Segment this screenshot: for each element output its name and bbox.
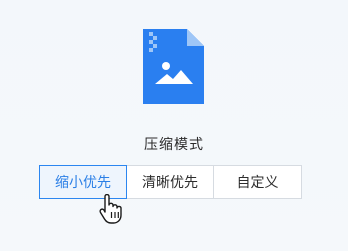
option-clarity-first[interactable]: 清晰优先 <box>126 165 214 199</box>
mode-label: 压缩模式 <box>144 137 204 153</box>
image-file-icon <box>143 29 204 104</box>
compression-panel: 压缩模式 缩小优先 清晰优先 自定义 <box>0 0 348 251</box>
compression-mode-selector: 缩小优先 清晰优先 自定义 <box>39 165 302 199</box>
option-custom[interactable]: 自定义 <box>213 165 302 199</box>
option-label: 清晰优先 <box>142 175 198 191</box>
option-label: 缩小优先 <box>55 175 111 191</box>
hand-pointer-icon <box>99 194 122 224</box>
option-label: 自定义 <box>236 175 279 191</box>
